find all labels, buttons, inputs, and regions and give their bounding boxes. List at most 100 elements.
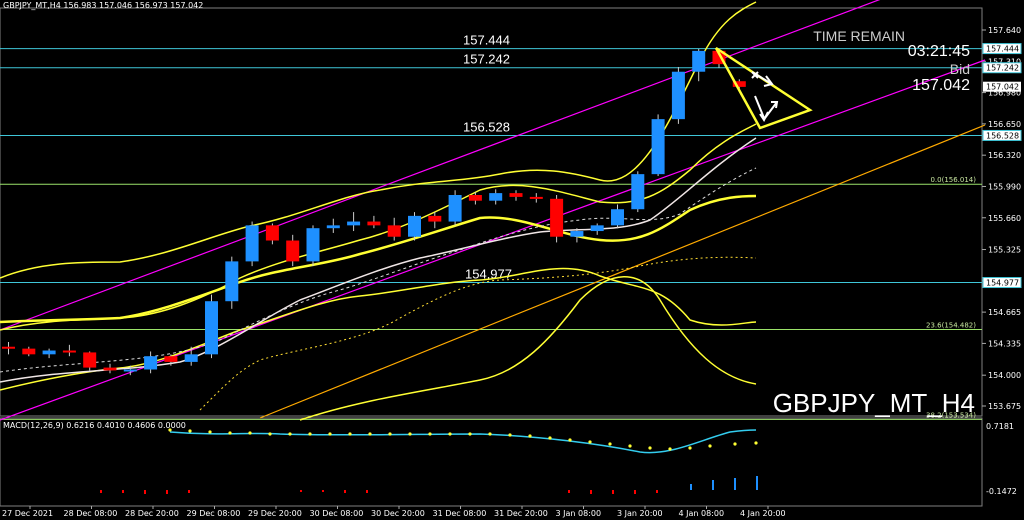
macd-signal-dot — [508, 433, 512, 437]
candle-body — [387, 225, 401, 237]
macd-signal-dot — [488, 432, 492, 436]
time-remain-label: TIME REMAIN — [813, 28, 905, 44]
macd-bar — [122, 490, 124, 493]
candle-body — [103, 367, 117, 371]
macd-signal-dot — [688, 446, 692, 450]
candle-body — [22, 348, 36, 355]
price-axis-label: 154.335 — [988, 339, 1021, 348]
macd-bar — [734, 478, 736, 490]
macd-signal-dot — [708, 444, 712, 448]
time-axis-label: 4 Jan 08:00 — [679, 509, 725, 518]
macd-axis-bottom: -0.1472 — [986, 487, 1017, 496]
macd-signal-dot — [368, 432, 372, 436]
macd-signal-dot — [268, 432, 272, 436]
candle-body — [448, 195, 462, 222]
macd-bar — [344, 490, 346, 493]
macd-signal-dot — [288, 432, 292, 436]
candle-body — [631, 174, 645, 210]
price-axis-label: 154.000 — [988, 371, 1021, 380]
macd-bar — [322, 490, 324, 492]
price-axis-label: 155.660 — [988, 214, 1021, 223]
macd-bar — [756, 476, 758, 490]
candle-body — [144, 356, 158, 370]
fibo-label: 23.6(154.482) — [926, 321, 976, 329]
candle-body — [286, 240, 300, 262]
candle-body — [42, 350, 56, 355]
level-price-tag-text: 157.444 — [986, 45, 1019, 54]
candle-body — [2, 346, 15, 349]
time-axis-label: 3 Jan 20:00 — [617, 509, 663, 518]
candle[interactable] — [225, 256, 239, 309]
candle[interactable] — [651, 114, 665, 177]
candle[interactable] — [448, 190, 462, 226]
time-axis-label: 3 Jan 08:00 — [556, 509, 602, 518]
candle-body — [651, 119, 665, 175]
candle-body — [590, 225, 604, 232]
macd-signal-dot — [348, 432, 352, 436]
candle[interactable] — [671, 66, 685, 124]
macd-bar — [612, 490, 614, 494]
candle[interactable] — [205, 294, 218, 359]
candle-body — [62, 350, 76, 353]
macd-signal-dot — [308, 432, 312, 436]
macd-axis-top: 0.7181 — [986, 422, 1014, 431]
candle[interactable] — [550, 195, 564, 243]
candle-body — [367, 221, 381, 226]
level-price-tag-text: 157.242 — [986, 64, 1019, 73]
time-axis-label: 28 Dec 08:00 — [64, 509, 118, 518]
candle-body — [225, 261, 239, 302]
price-chart[interactable]: GBPJPY_MT,H4 156.983 157.046 156.973 157… — [0, 0, 1024, 520]
candle[interactable] — [631, 171, 645, 213]
price-axis-label: 156.320 — [988, 151, 1021, 160]
macd-signal-dot — [168, 428, 172, 432]
candle[interactable] — [245, 221, 259, 267]
macd-signal-dot — [408, 432, 412, 436]
candle-body — [611, 209, 624, 226]
candle-body — [123, 369, 137, 372]
bid-value: 157.042 — [912, 77, 970, 94]
candle[interactable] — [408, 212, 421, 241]
macd-signal-dot — [388, 432, 392, 436]
candle[interactable] — [306, 225, 320, 267]
fibo-label: 0.0(156.014) — [930, 176, 976, 184]
candle-body — [692, 50, 706, 72]
macd-signal-dot — [733, 442, 737, 446]
bid-label: Bid — [950, 61, 970, 77]
time-axis-label: 29 Dec 20:00 — [248, 509, 302, 518]
candle-body — [489, 193, 503, 201]
candle-body — [550, 198, 564, 237]
price-axis-label: 155.325 — [988, 246, 1021, 255]
macd-bar — [300, 490, 302, 492]
candle-body — [408, 215, 421, 237]
candle-body — [468, 195, 482, 201]
price-axis-label: 156.650 — [988, 120, 1021, 129]
macd-signal-dot — [248, 431, 252, 435]
candle-body — [428, 215, 442, 222]
price-axis-label: 155.990 — [988, 182, 1021, 191]
time-axis-label: 30 Dec 20:00 — [371, 509, 425, 518]
macd-signal-dot — [628, 444, 632, 448]
macd-signal-dot — [754, 441, 758, 445]
macd-signal-dot — [188, 429, 192, 433]
level-label: 157.444 — [463, 33, 510, 48]
time-axis-label: 28 Dec 20:00 — [125, 509, 179, 518]
macd-label: MACD(12,26,9) 0.6216 0.4010 0.4606 0.000… — [3, 421, 186, 430]
level-label: 157.242 — [463, 52, 510, 67]
macd-signal-dot — [588, 440, 592, 444]
candle-body — [184, 354, 198, 362]
candle-body — [205, 301, 218, 355]
macd-signal-dot — [668, 447, 672, 451]
macd-bar — [690, 484, 692, 490]
macd-bar — [590, 490, 592, 494]
candle-body — [671, 71, 685, 120]
time-axis-label: 4 Jan 20:00 — [740, 509, 786, 518]
macd-bar — [366, 490, 368, 493]
level-price-tag-text: 154.977 — [986, 279, 1019, 288]
macd-signal-dot — [568, 438, 572, 442]
macd-bar — [100, 490, 102, 493]
time-axis-label: 27 Dec 2021 — [2, 509, 53, 518]
macd-signal-dot — [228, 431, 232, 435]
macd-bar — [634, 490, 636, 494]
candle-body — [570, 231, 584, 237]
candle-body — [326, 225, 340, 229]
